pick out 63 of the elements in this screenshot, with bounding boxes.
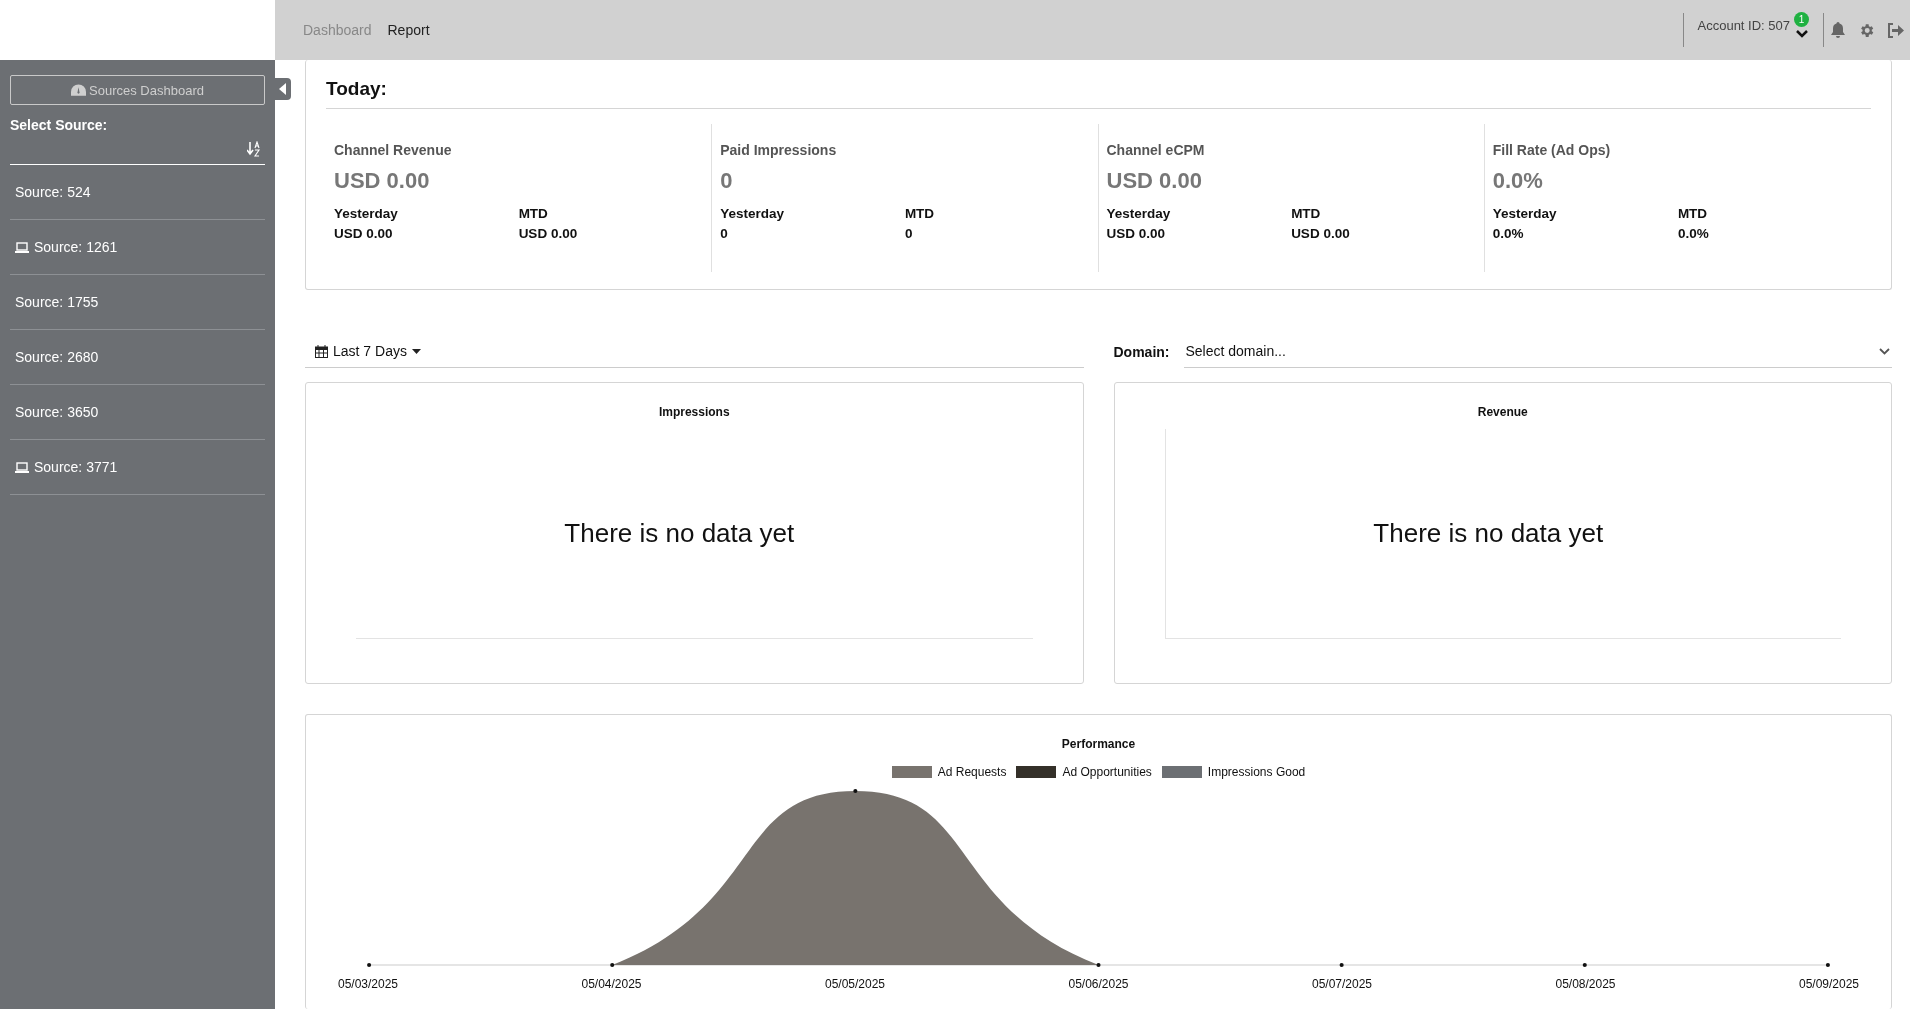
collapse-sidebar-button[interactable]	[275, 78, 291, 100]
yesterday-label: Yesterday	[334, 206, 399, 221]
domain-label: Domain:	[1113, 343, 1170, 360]
x-axis-label: 05/08/2025	[1554, 977, 1617, 991]
chart-title: Impressions	[658, 405, 730, 419]
x-axis-label: 05/05/2025	[823, 977, 887, 991]
calendar-icon	[315, 344, 328, 358]
mtd-value: 0	[904, 226, 914, 241]
yesterday-value: USD 0.00	[334, 226, 394, 241]
no-data-message: There is no data yet	[1373, 518, 1604, 549]
legend-label: Impressions Good	[1207, 765, 1306, 779]
yesterday-label: Yesterday	[1492, 206, 1558, 221]
gauge-icon	[71, 84, 87, 96]
stat-value: 0.0%	[1492, 168, 1544, 194]
chevron-down-icon	[1795, 30, 1808, 38]
mtd-label: MTD	[1677, 206, 1709, 221]
legend-label: Ad Requests	[937, 765, 1007, 779]
source-item[interactable]: Source: 3650	[10, 385, 265, 440]
notification-badge: 1	[1794, 12, 1809, 27]
account-dropdown[interactable]: Account ID: 507 1	[1683, 8, 1823, 52]
stat-label: Paid Impressions	[720, 142, 838, 158]
x-axis-label: 05/06/2025	[1067, 977, 1130, 991]
select-source-label: Select Source:	[10, 117, 109, 133]
stat-label: Channel Revenue	[334, 142, 453, 158]
nav-link[interactable]: Report	[387, 22, 430, 38]
x-axis-label: 05/09/2025	[1797, 977, 1861, 991]
yesterday-value: 0	[720, 226, 729, 241]
yesterday-value: USD 0.00	[1106, 226, 1167, 241]
laptop-icon	[15, 461, 29, 473]
laptop-icon	[15, 241, 29, 253]
source-item[interactable]: Source: 2680	[10, 330, 265, 385]
mtd-value: 0.0%	[1677, 226, 1710, 241]
mtd-value: USD 0.00	[1291, 226, 1351, 241]
mtd-label: MTD	[518, 206, 549, 221]
source-item[interactable]: Source: 1261	[10, 220, 265, 275]
mtd-label: MTD	[904, 206, 936, 221]
chevron-down-icon	[1879, 347, 1890, 355]
mtd-value: USD 0.00	[518, 226, 579, 241]
mtd-label: MTD	[1291, 206, 1322, 221]
yesterday-label: Yesterday	[1106, 206, 1172, 221]
stat-label: Fill Rate (Ad Ops)	[1492, 142, 1612, 158]
legend-label: Ad Opportunities	[1062, 765, 1152, 779]
stat-label: Channel eCPM	[1106, 142, 1206, 158]
today-title: Today:	[326, 72, 1871, 109]
yesterday-label: Yesterday	[720, 206, 786, 221]
caret-icon	[411, 348, 421, 354]
date-range-dropdown[interactable]: Last 7 Days	[305, 335, 1084, 368]
chart-title: Performance	[1061, 737, 1136, 751]
source-item[interactable]: Source: 3771	[10, 440, 265, 495]
yesterday-value: 0.0%	[1492, 226, 1525, 241]
domain-select[interactable]: Select domain...	[1183, 335, 1892, 368]
x-axis-label: 05/07/2025	[1310, 977, 1374, 991]
source-item[interactable]: Source: 524	[10, 165, 265, 220]
caret-left-icon	[279, 83, 287, 95]
source-item[interactable]: Source: 1755	[10, 275, 265, 330]
no-data-message: There is no data yet	[564, 518, 795, 549]
stat-value: USD 0.00	[1106, 168, 1203, 194]
chart-title: Revenue	[1477, 405, 1528, 419]
x-axis-label: 05/04/2025	[580, 977, 643, 991]
stat-value: USD 0.00	[334, 168, 431, 194]
stat-value: 0	[720, 168, 734, 194]
x-axis-label: 05/03/2025	[336, 977, 400, 991]
sources-dashboard-button[interactable]: Sources Dashboard	[10, 75, 265, 105]
